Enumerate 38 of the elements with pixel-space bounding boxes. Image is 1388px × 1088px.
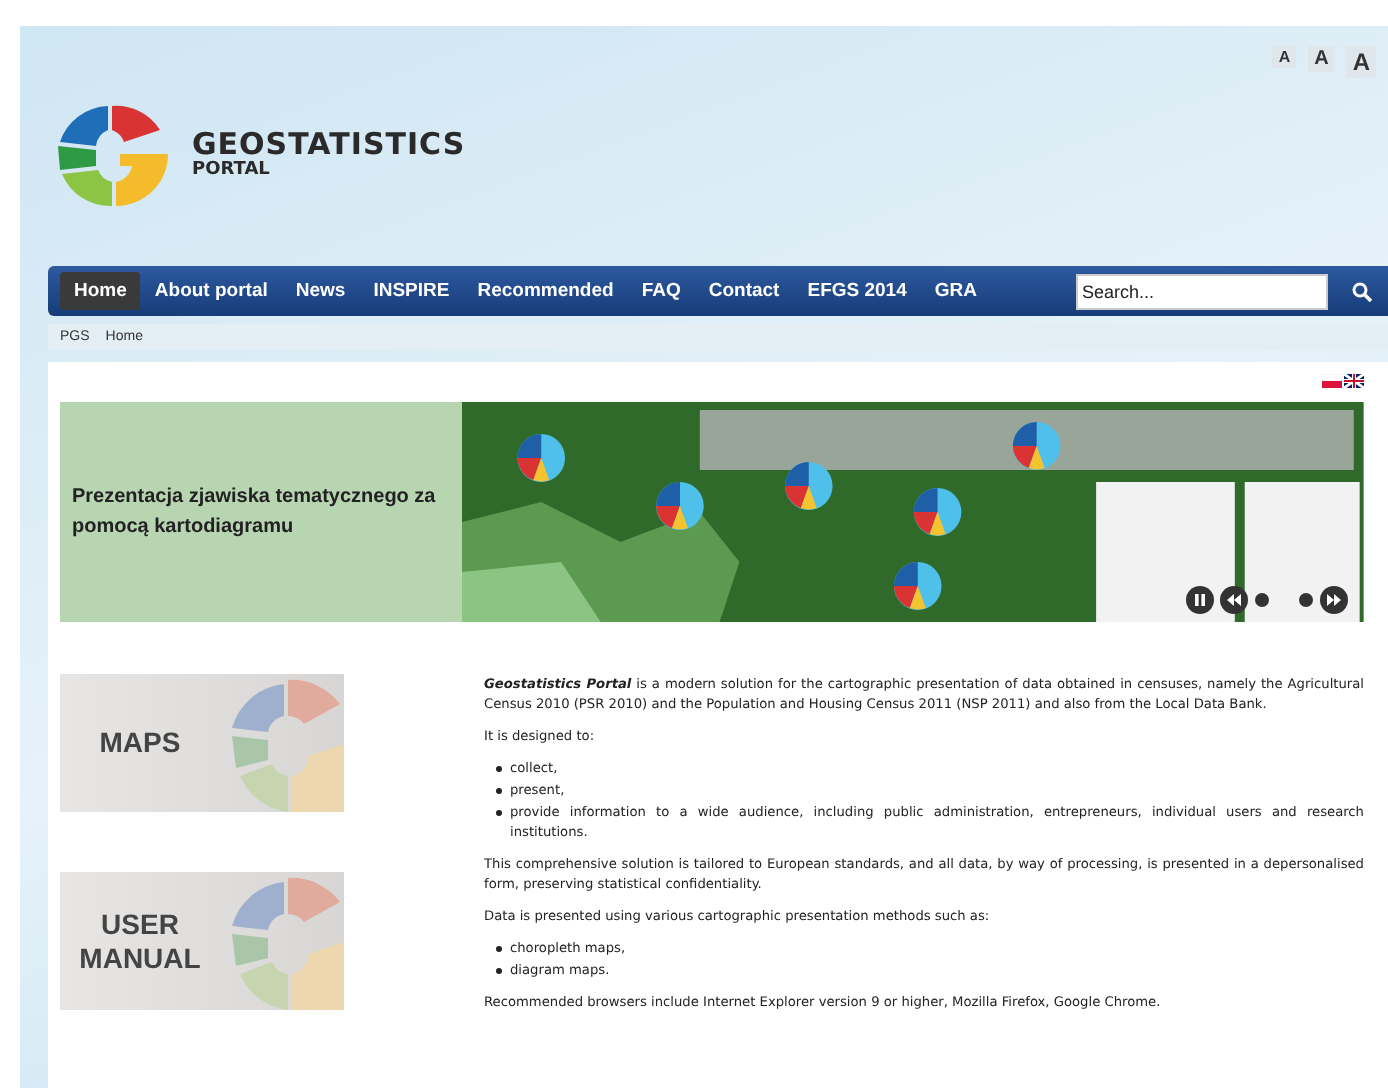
nav-item[interactable]: FAQ [627, 272, 695, 310]
nav-item[interactable]: GRA [920, 272, 991, 310]
search-field[interactable]: Search... [1076, 273, 1328, 309]
nav-item[interactable]: Home [60, 272, 141, 310]
banner-caption: Prezentacja zjawiska tematycznego za pomocą kartodiagramu [72, 484, 438, 542]
legend-panel [1096, 482, 1236, 622]
pie-chart-icon [517, 434, 566, 482]
nav-item[interactable]: Contact [694, 272, 794, 310]
british-flag-icon[interactable] [1344, 374, 1364, 388]
section-tile[interactable]: MAPS [60, 674, 344, 812]
bullet-icon [496, 810, 502, 816]
pie-chart-icon [785, 462, 833, 510]
logo-title: GEOSTATISTICS [192, 128, 466, 160]
font-size-button[interactable]: A [1272, 46, 1297, 68]
nav-item[interactable]: News [281, 272, 360, 310]
font-size-button[interactable]: A [1346, 46, 1376, 78]
next-icon[interactable] [1320, 586, 1348, 614]
nav-item[interactable]: EFGS 2014 [793, 272, 921, 310]
nav-item[interactable]: Recommended [463, 272, 628, 310]
bullet-icon [496, 946, 502, 952]
previous-icon[interactable] [1220, 586, 1248, 614]
bullet-icon [496, 788, 502, 794]
legend-panel [1245, 482, 1361, 622]
pie-chart-icon [656, 482, 705, 530]
logo-subtitle: PORTAL [192, 160, 272, 180]
pie-chart-icon [1013, 422, 1061, 470]
search-icon[interactable] [1352, 281, 1372, 301]
section-tile[interactable]: USER MANUAL [60, 872, 344, 1010]
pause-icon[interactable] [1186, 586, 1214, 614]
nav-item[interactable]: INSPIRE [359, 272, 464, 310]
pie-chart-icon [894, 562, 942, 610]
pie-chart-icon [914, 488, 962, 536]
bullet-icon [496, 766, 502, 772]
slide-dots-icon[interactable] [1254, 592, 1314, 608]
font-size-button[interactable]: A [1308, 46, 1335, 72]
bullet-icon [496, 968, 502, 974]
nav-item[interactable]: About portal [140, 272, 282, 310]
polish-flag-icon[interactable] [1322, 374, 1342, 388]
